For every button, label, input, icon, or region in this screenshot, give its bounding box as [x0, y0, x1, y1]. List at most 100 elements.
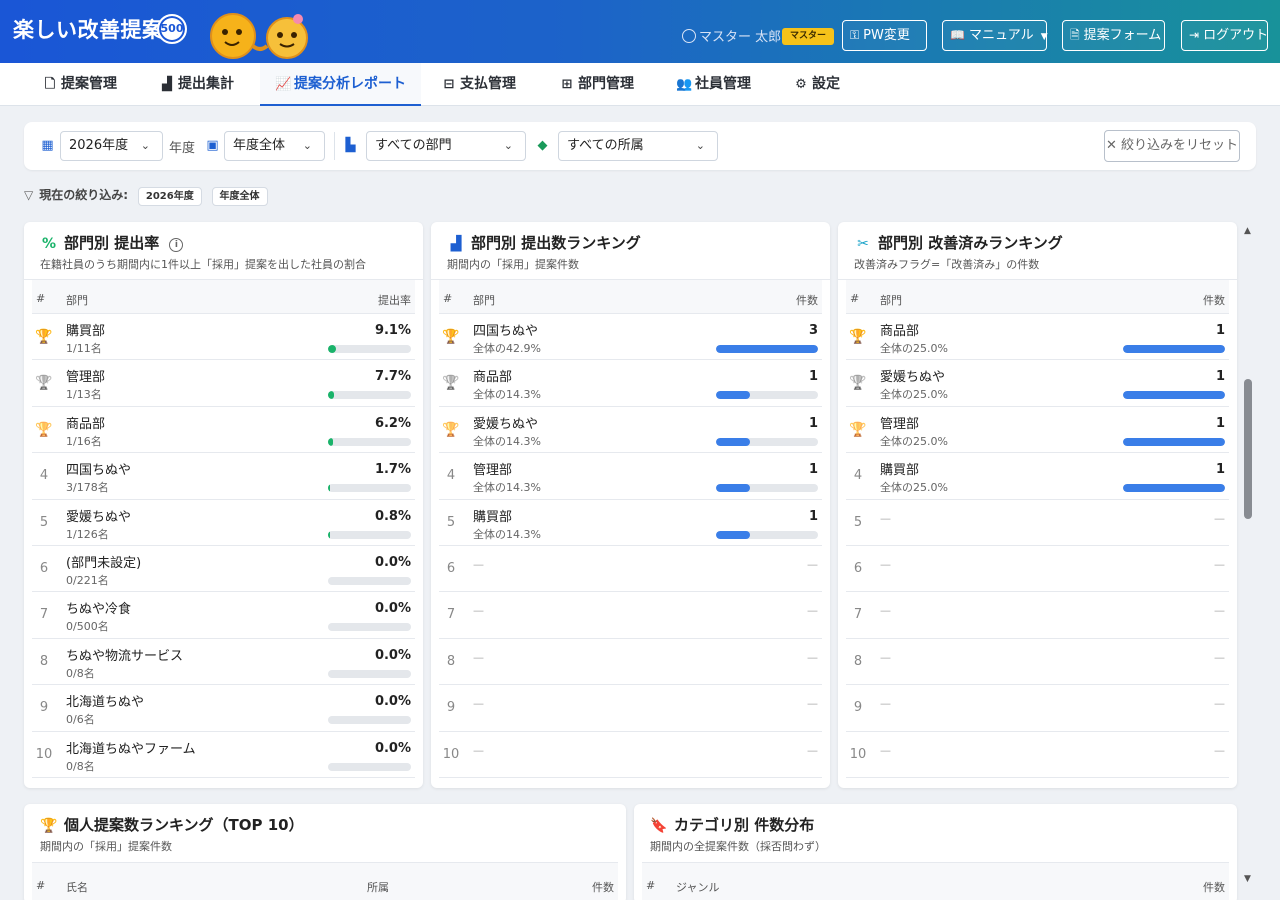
trophy-icon: 🏆: [442, 375, 460, 392]
department-name: (部門未設定): [66, 555, 142, 571]
tab-employee-management[interactable]: 👥 社員管理: [676, 63, 751, 106]
proposal-form-button[interactable]: 🗎 提案フォーム: [1062, 20, 1165, 51]
tab-department-management[interactable]: ⊞ 部門管理: [559, 63, 634, 106]
col-rank: #: [443, 292, 453, 305]
department-detail: 0/500名: [66, 620, 109, 634]
pw-change-button[interactable]: ⚿ PW変更: [842, 20, 927, 51]
table-row: 9 — —: [846, 685, 1229, 732]
page-scrollbar[interactable]: ▲ ▼: [1240, 222, 1256, 886]
table-row: 🏆 商品部 全体の25.0% 1: [846, 314, 1229, 361]
empty-name: —: [473, 743, 484, 757]
department-name: ちぬや物流サービス: [66, 648, 184, 664]
calendar-icon: ▦: [41, 138, 54, 153]
tab-label: 提案分析レポート: [294, 76, 406, 92]
progress-fill: [328, 484, 330, 493]
ranking-value: 0.0%: [374, 554, 411, 570]
progress-bar: [1123, 391, 1225, 400]
ranking-value: 1: [808, 462, 818, 478]
table-header: # 氏名 所属 件数: [32, 862, 618, 900]
rank-number: 5: [853, 514, 863, 530]
department-select[interactable]: すべての部門 ⌄: [366, 131, 526, 161]
progress-fill: [716, 391, 750, 400]
table-row: 6 — —: [846, 546, 1229, 593]
department-detail: 全体の25.0%: [880, 481, 948, 495]
tab-submission-stats[interactable]: ▟ 提出集計: [159, 63, 234, 106]
chevron-down-icon: ⌄: [503, 139, 513, 152]
rank-number: 4: [446, 468, 456, 484]
rank-number: 5: [446, 514, 456, 530]
department-name: 商品部: [880, 324, 920, 339]
scroll-up-icon[interactable]: ▲: [1244, 226, 1251, 236]
pw-change-label: PW変更: [863, 28, 910, 43]
department-name: 愛媛ちぬや: [473, 416, 539, 432]
rank-number: 8: [39, 653, 49, 669]
tab-label: 提案管理: [61, 76, 117, 92]
period-select[interactable]: 年度全体 ⌄: [224, 131, 325, 161]
fiscal-year-value: 2026年度: [69, 138, 129, 153]
trophy-icon: 🏆: [849, 329, 867, 345]
bar-chart-icon: ▟: [162, 77, 172, 92]
rank-number: 8: [446, 653, 456, 669]
card-title-text: 個人提案数ランキング（TOP 10）: [64, 816, 304, 834]
department-detail: 1/13名: [66, 388, 102, 402]
caret-down-icon: ▼: [1040, 32, 1048, 42]
rank-number: 6: [39, 560, 49, 576]
department-name: 北海道ちぬや: [66, 695, 145, 711]
mascot-icon: [210, 13, 308, 59]
reset-filters-button[interactable]: ✕ 絞り込みをリセット: [1104, 130, 1240, 162]
rank-number: 6: [853, 560, 863, 576]
tab-analysis-report[interactable]: 📈 提案分析レポート: [260, 63, 421, 106]
tab-label: 設定: [812, 76, 840, 92]
department-detail: 全体の25.0%: [880, 434, 948, 448]
table-row: 7 — —: [846, 592, 1229, 639]
card-title-text: 部門別 提出数ランキング: [471, 234, 641, 252]
progress-bar: [716, 437, 818, 446]
app-title[interactable]: 楽しい改善提案: [13, 14, 164, 44]
affiliation-select[interactable]: すべての所属 ⌄: [558, 131, 718, 161]
progress-bar: [328, 345, 411, 353]
building-icon: ▙: [345, 138, 356, 153]
progress-fill: [328, 391, 335, 400]
department-name: 購買部: [473, 509, 513, 525]
progress-bar: [1123, 484, 1225, 493]
tab-proposal-management[interactable]: 🗋 提案管理: [42, 63, 117, 106]
rank-number: 7: [39, 607, 49, 623]
bookmark-icon: 🔖: [650, 818, 668, 834]
empty-name: —: [473, 604, 484, 618]
logout-button[interactable]: ⇥ ログアウト: [1181, 20, 1268, 51]
progress-bar: [328, 762, 411, 771]
empty-value: —: [807, 557, 818, 571]
department-detail: 全体の14.3%: [473, 388, 541, 402]
close-icon: ✕: [1105, 138, 1117, 153]
tab-settings[interactable]: ⚙ 設定: [793, 63, 840, 106]
trophy-icon: 🏆: [442, 421, 460, 438]
progress-bar: [328, 623, 411, 632]
table-header: # 部門 提出率: [32, 280, 415, 314]
col-value: 件数: [1203, 294, 1225, 307]
ranking-value: 1: [1215, 369, 1225, 385]
table-row: 4 四国ちぬや 3/178名 1.7%: [32, 453, 415, 500]
info-icon[interactable]: i: [169, 238, 184, 252]
col-value: 提出率: [378, 294, 411, 307]
card-title-text: カテゴリ別 件数分布: [674, 816, 815, 834]
bar-chart-icon: ▟: [450, 236, 462, 252]
ranking-value: 7.7%: [374, 369, 411, 385]
scrollbar-thumb[interactable]: [1244, 379, 1252, 519]
department-detail: 全体の25.0%: [880, 342, 948, 355]
scroll-down-icon[interactable]: ▼: [1244, 874, 1251, 884]
department-value: すべての部門: [375, 138, 452, 153]
rank-number: 7: [853, 607, 863, 623]
users-icon: 👥: [676, 77, 693, 92]
manual-dropdown-button[interactable]: 📖 マニュアル ▼: [942, 20, 1048, 51]
table-row: 8 — —: [846, 639, 1229, 686]
current-filter-summary: ▽ 現在の絞り込み: 2026年度 年度全体: [24, 186, 268, 208]
card-header: ✂ 部門別 改善済みランキング 改善済みフラグ=「改善済み」の件数: [838, 222, 1237, 280]
fiscal-year-select[interactable]: 2026年度 ⌄: [60, 131, 163, 161]
table-row: 🏆 管理部 全体の25.0% 1: [846, 407, 1229, 454]
tab-payment-management[interactable]: ⊟ 支払管理: [441, 63, 516, 106]
department-name: 四国ちぬや: [473, 324, 539, 339]
table-row: 9 北海道ちぬや 0/6名 0.0%: [32, 685, 415, 732]
card-subtitle: 在籍社員のうち期間内に1件以上「採用」提案を出した社員の割合: [40, 258, 366, 271]
progress-bar: [328, 716, 411, 725]
department-improved-card: ✂ 部門別 改善済みランキング 改善済みフラグ=「改善済み」の件数 # 部門 件数…: [838, 222, 1237, 788]
